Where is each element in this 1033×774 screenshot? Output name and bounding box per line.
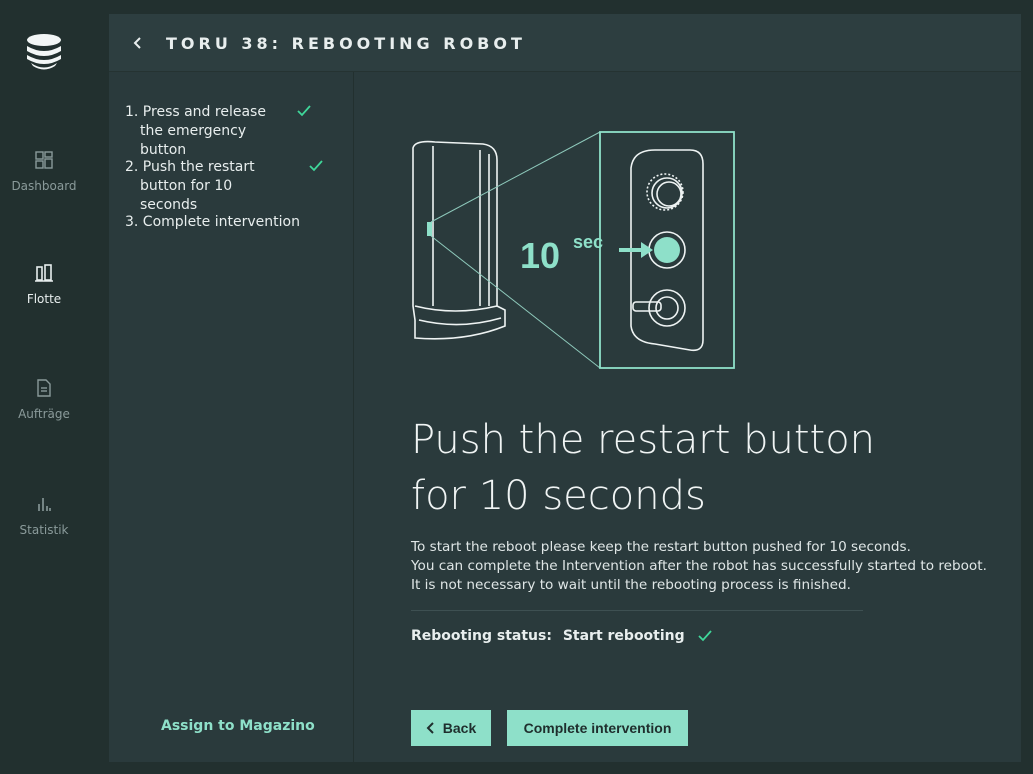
ten-seconds-label: 10 (520, 235, 560, 276)
nav-item-auftraege[interactable]: Aufträge (0, 378, 88, 421)
nav-label-auftraege: Aufträge (18, 407, 70, 421)
dashboard-icon (35, 151, 53, 169)
body-line-1: To start the reboot please keep the rest… (411, 539, 911, 555)
check-icon (297, 105, 311, 117)
status-label: Rebooting status: (411, 628, 552, 644)
complete-button-label: Complete intervention (523, 720, 672, 736)
sec-unit-label: sec (573, 232, 603, 252)
nav-label-statistik: Statistik (19, 523, 69, 537)
magazino-logo-icon[interactable] (22, 30, 66, 74)
check-icon (697, 630, 712, 642)
nav-item-statistik[interactable]: Statistik (0, 494, 88, 537)
nav-label-flotte: Flotte (26, 292, 62, 306)
statistics-icon (38, 498, 51, 511)
nav-item-flotte[interactable]: Flotte (0, 263, 88, 306)
body-line-2: You can complete the Intervention after … (411, 558, 987, 574)
steps-panel: 1. Press and release the emergency butto… (109, 72, 354, 762)
headline-line-1: Push the restart button (411, 417, 876, 463)
nav-label-dashboard: Dashboard (11, 179, 77, 193)
headline-line-2: for 10 seconds (411, 473, 706, 519)
body-line-3: It is not necessary to wait until the re… (411, 577, 851, 593)
main-content: 10 sec Push the restart button for 10 se… (355, 72, 1021, 762)
instruction-headline: Push the restart button for 10 seconds (411, 412, 971, 524)
complete-intervention-button[interactable]: Complete intervention (507, 710, 688, 746)
step-item: 3. Complete intervention (125, 213, 355, 232)
page-title: TORU 38: REBOOTING ROBOT (166, 34, 526, 53)
assign-to-magazino-link[interactable]: Assign to Magazino (161, 718, 315, 734)
step-item: 1. Press and release the emergency butto… (125, 103, 355, 160)
instruction-body: To start the reboot please keep the rest… (411, 538, 1011, 595)
check-icon (309, 160, 323, 172)
step-label: 1. Press and release the emergency butto… (125, 104, 266, 158)
robot-restart-illustration: 10 sec (412, 131, 735, 369)
step-item: 2. Push the restart button for 10 second… (125, 158, 355, 215)
divider (411, 610, 863, 611)
back-button-label: Back (442, 720, 477, 736)
rebooting-status: Rebooting status: Start rebooting (411, 628, 712, 644)
chevron-left-icon (426, 722, 434, 734)
page-header: TORU 38: REBOOTING ROBOT (109, 14, 1021, 72)
step-label: 3. Complete intervention (125, 214, 300, 230)
orders-icon (37, 379, 51, 397)
status-value: Start rebooting (562, 628, 685, 644)
side-nav: Dashboard Flotte Aufträge Statistik (0, 0, 90, 774)
back-button[interactable]: Back (411, 710, 491, 746)
step-label: 2. Push the restart button for 10 second… (125, 159, 255, 213)
nav-item-dashboard[interactable]: Dashboard (0, 150, 88, 193)
intervention-card: TORU 38: REBOOTING ROBOT 1. Press and re… (109, 14, 1021, 762)
back-chevron-icon[interactable] (131, 34, 145, 52)
fleet-icon (35, 264, 53, 282)
